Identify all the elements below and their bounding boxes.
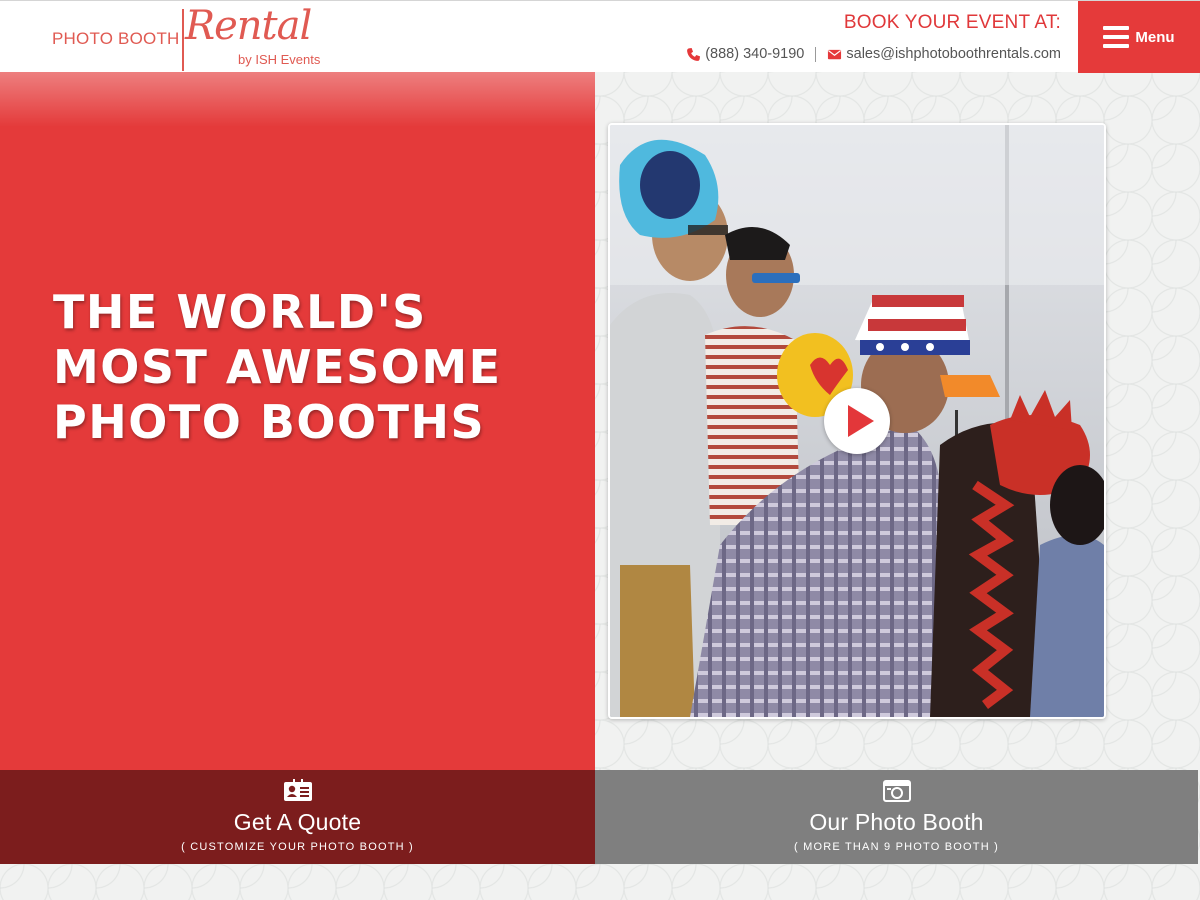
get-quote-subtitle: ( CUSTOMIZE YOUR PHOTO BOOTH ) [181, 841, 414, 853]
logo-photo-booth: PHOTO BOOTH [52, 29, 180, 48]
hamburger-icon [1103, 26, 1130, 48]
get-quote-title: Get A Quote [233, 809, 362, 835]
contact-card-icon [283, 779, 312, 801]
play-button[interactable] [824, 388, 890, 454]
get-quote-button[interactable]: Get A Quote ( CUSTOMIZE YOUR PHOTO BOOTH… [0, 770, 595, 864]
hero-panel: THE WORLD'S MOST AWESOME PHOTO BOOTHS [0, 72, 595, 770]
camera-icon [882, 780, 911, 802]
book-event-label: BOOK YOUR EVENT AT: [843, 12, 1061, 33]
hero-headline: THE WORLD'S MOST AWESOME PHOTO BOOTHS [53, 285, 573, 450]
our-photo-booth-subtitle: ( MORE THAN 9 PHOTO BOOTH ) [794, 841, 999, 853]
headline-line: THE WORLD'S [53, 285, 427, 339]
our-photo-booth-button[interactable]: Our Photo Booth ( MORE THAN 9 PHOTO BOOT… [595, 770, 1198, 864]
headline-line: MOST AWESOME [53, 340, 502, 394]
logo-by-line: by ISH Events [238, 52, 321, 67]
phone-link[interactable]: (888) 340-9190 [705, 46, 804, 62]
menu-button[interactable]: Menu [1078, 1, 1200, 73]
headline-line: PHOTO BOOTHS [53, 395, 486, 449]
site-header: PHOTO BOOTH Rental by ISH Events BOOK YO… [0, 0, 1200, 73]
phone-icon [687, 47, 701, 61]
our-photo-booth-title: Our Photo Booth [809, 809, 984, 835]
logo-rental: Rental [185, 3, 312, 49]
menu-label: Menu [1135, 28, 1175, 46]
logo-divider [182, 9, 184, 71]
envelope-icon [828, 49, 842, 59]
contact-separator [815, 46, 817, 62]
logo[interactable]: PHOTO BOOTH Rental by ISH Events [52, 3, 342, 73]
email-link[interactable]: sales@ishphotoboothrentals.com [846, 46, 1061, 62]
contact-info: (888) 340-9190 sales@ishphotoboothrental… [686, 45, 1061, 63]
